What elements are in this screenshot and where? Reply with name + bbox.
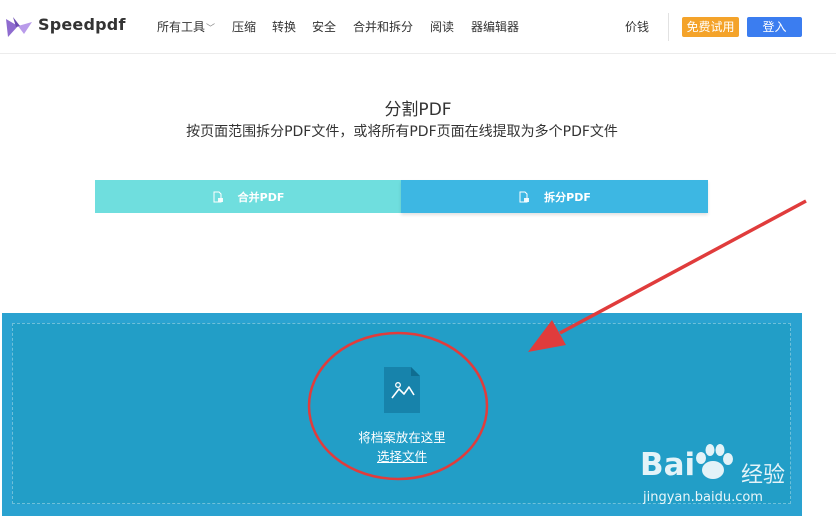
image-file-icon[interactable] [383, 366, 421, 414]
baidu-watermark-url: jingyan.baidu.com [643, 490, 763, 505]
nav-security[interactable]: 安全 [312, 18, 336, 35]
chevron-down-icon: ﹀ [206, 24, 216, 34]
tab-merge-label: 合并PDF [237, 190, 285, 204]
tab-split-pdf[interactable]: 拆分PDF [401, 180, 708, 213]
free-trial-button[interactable]: 免费试用 [682, 17, 739, 37]
nav-editor[interactable]: 器编辑器 [471, 18, 519, 35]
top-navbar: Speedpdf 所有工具﹀ 压缩 转换 安全 合并和拆分 阅读 器编辑器 价钱… [0, 0, 836, 54]
brand-name[interactable]: Speedpdf [38, 15, 126, 34]
nav-divider [668, 13, 669, 41]
page-title: 分割PDF [384, 100, 452, 120]
login-button[interactable]: 登入 [747, 17, 802, 37]
nav-compress[interactable]: 压缩 [232, 18, 256, 35]
nav-all-tools-label: 所有工具 [157, 20, 206, 34]
dropzone-label: 将档案放在这里 [358, 430, 446, 445]
baidu-watermark-logo: Bai [640, 447, 696, 483]
paw-icon [696, 444, 733, 479]
tab-merge-pdf[interactable]: 合并PDF [95, 180, 401, 213]
nav-pricing[interactable]: 价钱 [625, 18, 649, 35]
nav-convert[interactable]: 转换 [272, 18, 296, 35]
file-merge-icon [213, 191, 223, 202]
baidu-watermark-cn: 经验 [741, 463, 786, 488]
nav-read[interactable]: 阅读 [430, 18, 454, 35]
tab-split-label: 拆分PDF [544, 190, 591, 204]
page-subtitle: 按页面范围拆分PDF文件，或将所有PDF页面在线提取为多个PDF文件 [186, 124, 618, 140]
file-split-icon [519, 191, 530, 202]
nav-all-tools[interactable]: 所有工具﹀ [157, 18, 215, 35]
speedpdf-logo-icon[interactable] [4, 13, 34, 41]
nav-merge-split[interactable]: 合并和拆分 [353, 18, 413, 35]
